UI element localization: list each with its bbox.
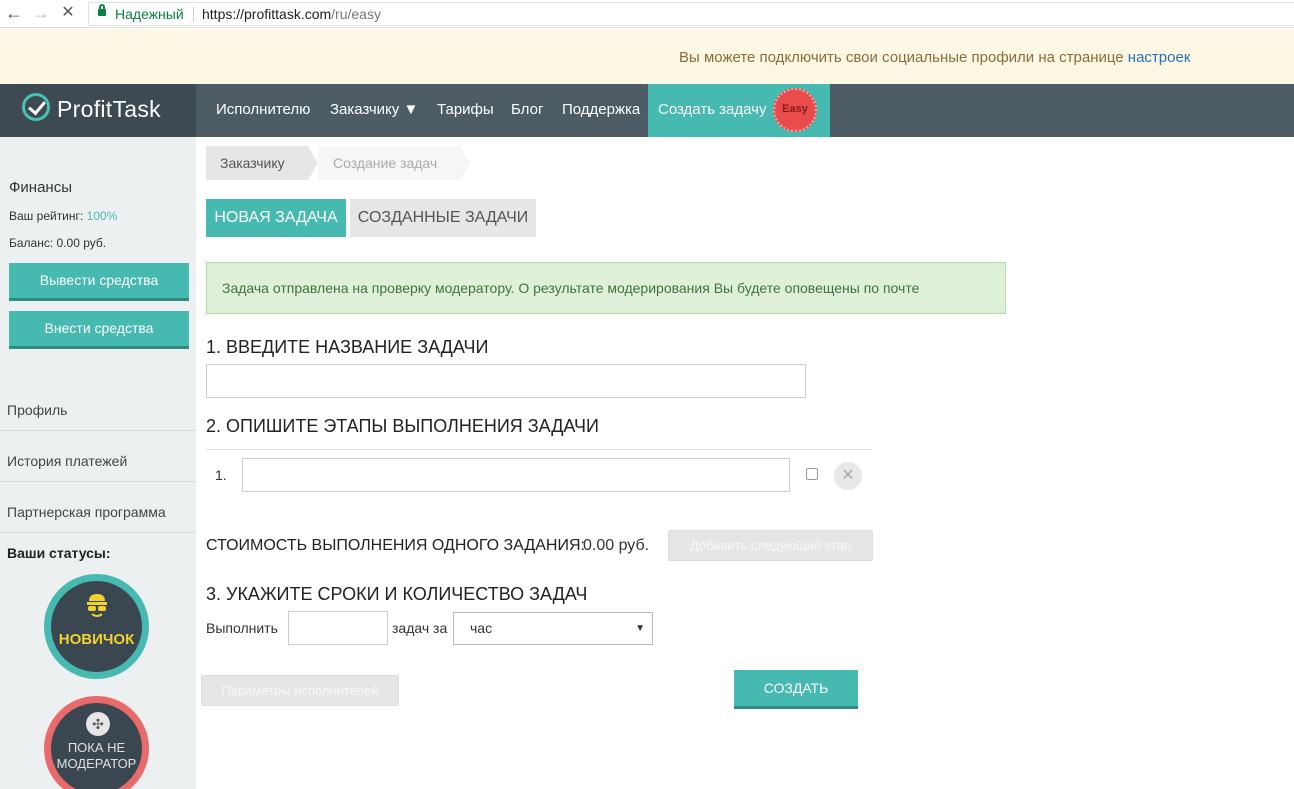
section-steps-heading: 2. ОПИШИТЕ ЭТАПЫ ВЫПОЛНЕНИЯ ЗАДАЧИ xyxy=(206,416,599,436)
task-count-input[interactable] xyxy=(288,611,388,645)
sidebar-item-partner-program[interactable]: Партнерская программа xyxy=(7,504,195,520)
easy-badge: Easy xyxy=(773,88,817,132)
notice-message: Вы можете подключить свои социальные про… xyxy=(679,49,1128,66)
menu-item-executor[interactable]: Исполнителю xyxy=(216,101,310,118)
tab-new-task[interactable]: НОВАЯ ЗАДАЧА xyxy=(206,199,346,237)
status-mod-line2: МОДЕРАТОР xyxy=(56,756,137,771)
rating-value: 100% xyxy=(86,209,118,223)
settings-link[interactable]: настроек xyxy=(1128,49,1191,66)
breadcrumb-customer[interactable]: Заказчику xyxy=(206,146,308,180)
create-button[interactable]: СОЗДАТЬ xyxy=(734,670,858,709)
dropdown-arrow-icon: ▼ xyxy=(635,623,645,634)
logo-text: ProfitTask xyxy=(57,96,161,122)
sidebar-divider xyxy=(0,430,196,431)
gavel-icon: ✣ xyxy=(86,712,110,736)
sidebar-item-payment-history[interactable]: История платежей xyxy=(7,453,195,469)
sidebar: Финансы Ваш рейтинг: 100% Баланс: 0.00 р… xyxy=(0,137,196,789)
menu-item-support[interactable]: Поддержка xyxy=(562,101,640,118)
status-moderator-label: ПОКА НЕ МОДЕРАТОР xyxy=(51,740,142,772)
browser-toolbar: ← → ✕ Надежный https://profittask.com/ru… xyxy=(0,0,1294,28)
step-input[interactable] xyxy=(242,458,790,492)
address-bar[interactable]: Надежный https://profittask.com/ru/easy xyxy=(88,2,1294,26)
section-divider xyxy=(206,449,872,450)
logo[interactable]: ProfitTask xyxy=(0,84,196,137)
period-select[interactable]: час ▼ xyxy=(453,612,653,645)
back-arrow-icon[interactable]: ← xyxy=(4,3,24,23)
sidebar-item-profile[interactable]: Профиль xyxy=(7,402,195,418)
status-moderator[interactable]: ✣ ПОКА НЕ МОДЕРАТОР xyxy=(44,696,149,789)
status-mod-line1: ПОКА НЕ xyxy=(67,740,126,755)
url-path: /ru/easy xyxy=(331,6,381,22)
finance-title: Финансы xyxy=(9,179,72,196)
menu-item-customer[interactable]: Заказчику ▼ xyxy=(330,101,418,118)
executor-params-button[interactable]: Параметры исполнителей xyxy=(201,675,399,706)
cost-label: СТОИМОСТЬ ВЫПОЛНЕНИЯ ОДНОГО ЗАДАНИЯ: xyxy=(206,537,585,554)
balance-value: 0.00 руб. xyxy=(56,236,107,250)
menu-item-create-task[interactable]: Создать задачу Easy xyxy=(648,84,830,137)
success-alert: Задача отправлена на проверку модератору… xyxy=(206,262,1006,314)
url-text[interactable]: https://profittask.com/ru/easy xyxy=(202,6,381,22)
statuses-title: Ваши статусы: xyxy=(7,545,111,561)
execute-label: Выполнить xyxy=(206,620,278,636)
balance: Баланс: 0.00 руб. xyxy=(9,236,106,250)
period-selected-value: час xyxy=(470,620,493,636)
check-logo-icon xyxy=(22,93,50,121)
sidebar-divider xyxy=(0,481,196,482)
deposit-button[interactable]: Внести средства xyxy=(9,311,189,349)
notice-text: Вы можете подключить свои социальные про… xyxy=(679,49,1190,66)
remove-step-icon[interactable]: ✕ xyxy=(834,462,862,490)
lock-icon xyxy=(98,4,106,16)
withdraw-button[interactable]: Вывести средства xyxy=(9,263,189,301)
section-task-name-heading: 1. ВВЕДИТЕ НАЗВАНИЕ ЗАДАЧИ xyxy=(206,337,489,357)
secure-label: Надежный xyxy=(115,6,184,22)
stop-loading-icon[interactable]: ✕ xyxy=(58,3,78,23)
site-header: ProfitTask Исполнителю Заказчику ▼ Тариф… xyxy=(0,84,1294,137)
breadcrumb-arrow xyxy=(460,146,470,180)
cost-value: 0.00 руб. xyxy=(583,537,650,554)
task-name-input[interactable] xyxy=(206,364,806,398)
sidebar-divider xyxy=(0,532,196,533)
create-task-label: Создать задачу xyxy=(658,101,767,118)
step-checkbox[interactable] xyxy=(806,468,818,480)
rating-label: Ваш рейтинг: xyxy=(9,209,87,223)
tasks-per-label: задач за xyxy=(392,620,448,636)
rating: Ваш рейтинг: 100% xyxy=(9,209,117,223)
breadcrumb-arrow xyxy=(308,146,318,180)
add-step-button[interactable]: Добавить следующий этап xyxy=(668,530,873,561)
menu-item-tariffs[interactable]: Тарифы xyxy=(437,101,494,118)
menu-item-blog[interactable]: Блог xyxy=(511,101,543,118)
status-novice[interactable]: НОВИЧОК xyxy=(44,574,149,679)
forward-arrow-icon[interactable]: → xyxy=(31,3,51,23)
tab-created-tasks[interactable]: СОЗДАННЫЕ ЗАДАЧИ xyxy=(350,199,536,237)
address-divider xyxy=(193,7,194,22)
step-number: 1. xyxy=(215,467,227,483)
breadcrumb-create-tasks: Создание задач xyxy=(318,146,460,180)
balance-label: Баланс: xyxy=(9,236,57,250)
status-novice-label: НОВИЧОК xyxy=(58,631,135,648)
novice-glasses-icon xyxy=(87,594,107,617)
section-deadline-heading: 3. УКАЖИТЕ СРОКИ И КОЛИЧЕСТВО ЗАДАЧ xyxy=(206,584,588,604)
url-host: https://profittask.com xyxy=(202,6,332,22)
notice-bar: Вы можете подключить свои социальные про… xyxy=(0,29,1294,84)
